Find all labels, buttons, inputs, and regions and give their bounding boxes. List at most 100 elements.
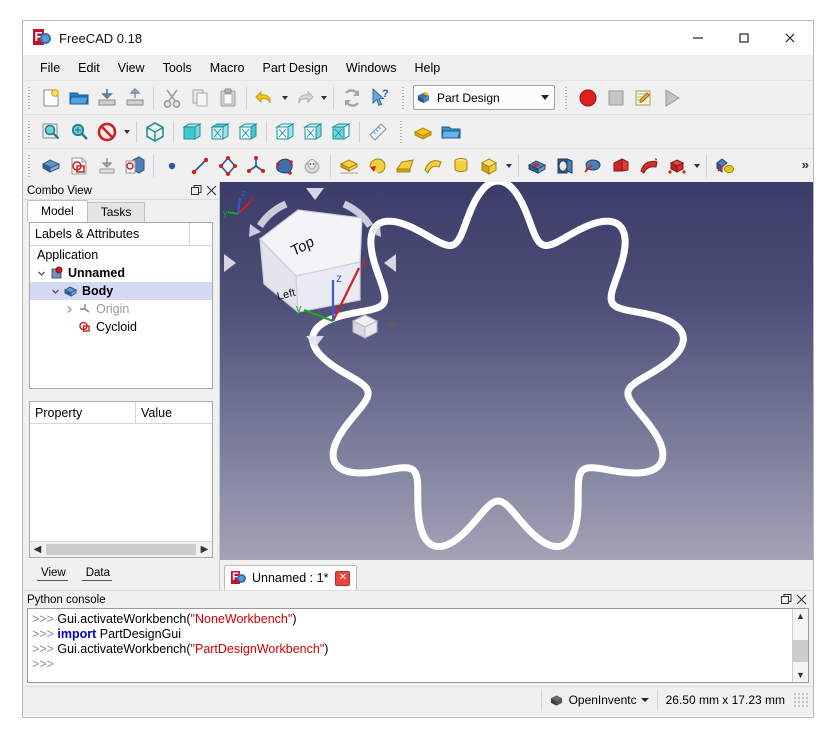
toolbar-grip[interactable] xyxy=(26,154,34,177)
macro-edit-button[interactable] xyxy=(630,85,658,111)
pipe-button[interactable] xyxy=(419,153,447,179)
redo-button[interactable] xyxy=(290,85,318,111)
new-document-button[interactable] xyxy=(37,85,65,111)
tree-item-body[interactable]: Body xyxy=(30,282,212,300)
chevron-down-icon[interactable] xyxy=(34,264,48,282)
python-console-scrollbar[interactable]: ▲ ▼ xyxy=(792,609,808,682)
create-shapebinder-button[interactable] xyxy=(270,153,298,179)
create-plane-button[interactable] xyxy=(242,153,270,179)
property-editor-body[interactable] xyxy=(30,424,212,541)
undo-button[interactable] xyxy=(251,85,279,111)
menu-windows[interactable]: Windows xyxy=(337,58,406,78)
workbench-extra-2-button[interactable] xyxy=(437,119,465,145)
measure-button[interactable] xyxy=(364,119,392,145)
front-view-button[interactable] xyxy=(178,119,206,145)
draw-style-dropdown-arrow[interactable] xyxy=(121,119,132,145)
toolbar-overflow-button[interactable]: » xyxy=(802,157,809,172)
toolbar-grip[interactable] xyxy=(563,86,571,109)
tree-item-unnamed[interactable]: Unnamed xyxy=(30,264,212,282)
refresh-button[interactable] xyxy=(338,85,366,111)
create-polyline-button[interactable] xyxy=(214,153,242,179)
menu-tools[interactable]: Tools xyxy=(154,58,201,78)
close-button[interactable] xyxy=(767,21,813,55)
undo-dropdown-arrow[interactable] xyxy=(279,85,290,111)
scroll-up-arrow-icon[interactable]: ▲ xyxy=(796,609,805,623)
3d-viewport[interactable]: Top Left x y z x y z xyxy=(220,182,813,560)
tab-model[interactable]: Model xyxy=(27,200,88,222)
clone-button[interactable] xyxy=(298,153,326,179)
primitive-button[interactable] xyxy=(475,153,503,179)
macro-execute-button[interactable] xyxy=(658,85,686,111)
chevron-down-icon[interactable] xyxy=(48,282,62,300)
tab-data[interactable]: Data xyxy=(74,565,118,581)
save-as-button[interactable] xyxy=(121,85,149,111)
chevron-down-icon[interactable] xyxy=(640,698,649,702)
paste-button[interactable] xyxy=(214,85,242,111)
workbench-extra-1-button[interactable] xyxy=(409,119,437,145)
pocket-button[interactable] xyxy=(523,153,551,179)
open-document-button[interactable] xyxy=(65,85,93,111)
close-panel-icon[interactable] xyxy=(204,183,219,198)
revolution-button[interactable] xyxy=(363,153,391,179)
redo-dropdown-arrow[interactable] xyxy=(318,85,329,111)
isometric-view-button[interactable] xyxy=(141,119,169,145)
bottom-view-button[interactable] xyxy=(299,119,327,145)
toolbar-grip[interactable] xyxy=(26,86,34,109)
create-body-button[interactable] xyxy=(37,153,65,179)
boolean-button[interactable] xyxy=(711,153,739,179)
menu-macro[interactable]: Macro xyxy=(201,58,254,78)
tree-item-application[interactable]: Application xyxy=(30,246,212,264)
property-editor[interactable]: Property Value ◀ ▶ xyxy=(29,401,213,558)
map-sketch-button[interactable] xyxy=(121,153,149,179)
menu-help[interactable]: Help xyxy=(406,58,450,78)
create-line-button[interactable] xyxy=(186,153,214,179)
cut-button[interactable] xyxy=(158,85,186,111)
model-tree[interactable]: Labels & Attributes Application Unnamed … xyxy=(29,222,213,389)
toolbar-grip[interactable] xyxy=(400,86,408,109)
workbench-selector[interactable]: Part Design xyxy=(413,85,555,110)
toolbar-grip[interactable] xyxy=(26,120,34,143)
tab-tasks[interactable]: Tasks xyxy=(86,202,146,222)
chevron-down-icon[interactable] xyxy=(536,95,554,100)
chevron-right-icon[interactable] xyxy=(62,300,76,318)
attach-sketch-button[interactable] xyxy=(93,153,121,179)
copy-button[interactable] xyxy=(186,85,214,111)
primitive-dropdown-arrow[interactable] xyxy=(503,153,514,179)
menu-view[interactable]: View xyxy=(109,58,154,78)
hole-button[interactable] xyxy=(551,153,579,179)
rear-view-button[interactable] xyxy=(271,119,299,145)
float-panel-icon[interactable] xyxy=(779,592,794,607)
property-horizontal-scrollbar[interactable]: ◀ ▶ xyxy=(30,541,212,557)
minimize-button[interactable] xyxy=(675,21,721,55)
toolbar-grip[interactable] xyxy=(398,120,406,143)
subtractive-loft-button[interactable] xyxy=(607,153,635,179)
groove-button[interactable] xyxy=(579,153,607,179)
python-console-output[interactable]: >>> Gui.activateWorkbench("NoneWorkbench… xyxy=(28,609,792,682)
scroll-left-arrow-icon[interactable]: ◀ xyxy=(30,544,45,555)
fit-selection-button[interactable] xyxy=(65,119,93,145)
float-panel-icon[interactable] xyxy=(189,183,204,198)
menu-part-design[interactable]: Part Design xyxy=(254,58,337,78)
tree-item-origin[interactable]: Origin xyxy=(30,300,212,318)
save-document-button[interactable] xyxy=(93,85,121,111)
close-tab-icon[interactable]: ✕ xyxy=(335,570,351,586)
macro-stop-button[interactable] xyxy=(602,85,630,111)
menu-edit[interactable]: Edit xyxy=(69,58,109,78)
fit-all-button[interactable] xyxy=(37,119,65,145)
macro-record-button[interactable] xyxy=(574,85,602,111)
menu-file[interactable]: File xyxy=(31,58,69,78)
top-view-button[interactable] xyxy=(206,119,234,145)
pad-button[interactable] xyxy=(335,153,363,179)
tree-item-cycloid[interactable]: Cycloid xyxy=(30,318,212,336)
create-sketch-button[interactable] xyxy=(65,153,93,179)
whats-this-button[interactable]: ? xyxy=(366,85,394,111)
right-view-button[interactable] xyxy=(234,119,262,145)
scrollbar-track[interactable] xyxy=(793,623,808,668)
helix-button[interactable] xyxy=(447,153,475,179)
scroll-down-arrow-icon[interactable]: ▼ xyxy=(796,668,805,682)
subtractive-dropdown-arrow[interactable] xyxy=(691,153,702,179)
loft-button[interactable] xyxy=(391,153,419,179)
create-point-button[interactable] xyxy=(158,153,186,179)
resize-grip-icon[interactable] xyxy=(793,692,809,708)
draw-style-button[interactable] xyxy=(93,119,121,145)
